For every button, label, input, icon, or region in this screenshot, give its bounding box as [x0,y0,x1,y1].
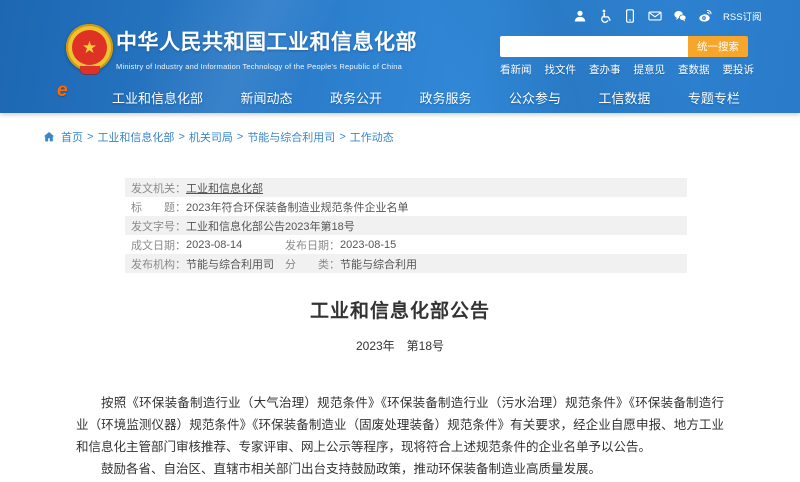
quick-links: 看新闻 找文件 查办事 提意见 查数据 要投诉 [500,62,754,77]
mobile-icon[interactable] [623,9,637,23]
ministry-title-cn: 中华人民共和国工业和信息化部 [116,26,417,56]
meta-row-dates: 成文日期： 2023-08-14 发布日期： 2023-08-15 [125,235,687,254]
announcement-issue-number: 2023年 第18号 [0,337,800,354]
meta-label: 发文机关： [131,180,186,196]
miit-e-logo-icon[interactable]: e [57,80,68,102]
body-paragraph: 按照《环保装备制造行业（大气治理）规范条件》《环保装备制造行业（污水治理）规范条… [76,392,724,458]
home-icon [43,131,55,143]
meta-value-issuing-authority-link[interactable]: 工业和信息化部 [186,180,263,196]
site-header: ★ 中华人民共和国工业和信息化部 Ministry of Industry an… [0,0,800,113]
quick-link-data[interactable]: 查数据 [678,62,710,77]
body-paragraph: 鼓励各省、自治区、直辖市相关部门出台支持鼓励政策，推动环保装备制造业高质量发展。 [76,458,724,480]
announcement-title: 工业和信息化部公告 [0,296,800,323]
meta-value-publish-date: 2023-08-15 [340,239,396,251]
nav-item-miit[interactable]: 工业和信息化部 [112,88,203,107]
meta-value-signed-date: 2023-08-14 [186,239,242,251]
wechat-icon[interactable] [673,9,687,23]
meta-value-title: 2023年符合环保装备制造业规范条件企业名单 [186,199,408,215]
meta-col2: 分 类： 节能与综合利用 [285,256,417,272]
meta-value-document-number: 工业和信息化部公告2023年第18号 [186,218,355,234]
meta-value-category: 节能与综合利用 [340,256,417,272]
breadcrumb-departments[interactable]: 机关司局 [189,129,233,145]
meta-label: 发布机构： [131,256,186,272]
announcement-body: 按照《环保装备制造行业（大气治理）规范条件》《环保装备制造行业（污水治理）规范条… [76,392,724,480]
weibo-icon[interactable] [698,9,712,23]
rss-subscribe-link[interactable]: RSS订阅 [723,9,762,23]
meta-label: 发布日期： [285,237,340,253]
quick-link-complaints[interactable]: 要投诉 [723,62,755,77]
page: ★ 中华人民共和国工业和信息化部 Ministry of Industry an… [0,0,800,482]
breadcrumb-home[interactable]: 首页 [61,129,83,145]
emblem-ribbon [80,66,100,74]
quick-link-documents[interactable]: 找文件 [545,62,577,77]
header-utility-icons: RSS订阅 [573,9,762,23]
quick-link-opinions[interactable]: 提意见 [634,62,666,77]
meta-col2: 发布日期： 2023-08-15 [285,237,396,253]
emblem-star-icon: ★ [72,30,107,65]
breadcrumb-separator: > [237,131,243,143]
breadcrumb-work-updates[interactable]: 工作动态 [350,129,394,145]
breadcrumb-miit[interactable]: 工业和信息化部 [97,129,174,145]
brand: 中华人民共和国工业和信息化部 Ministry of Industry and … [116,26,417,71]
breadcrumb-separator: > [178,131,184,143]
nav-item-special-topics[interactable]: 专题专栏 [688,88,740,107]
user-icon[interactable] [573,9,587,23]
search-bar: 统一搜索 [500,36,748,57]
nav-item-public-participation[interactable]: 公众参与 [509,88,561,107]
accessibility-wheelchair-icon[interactable] [598,9,612,23]
breadcrumb-energy-dept[interactable]: 节能与综合利用司 [247,129,335,145]
nav-item-news[interactable]: 新闻动态 [240,88,292,107]
national-emblem-logo: ★ [66,24,113,71]
meta-label: 成文日期： [131,237,186,253]
meta-value-publisher: 节能与综合利用司 [186,256,274,272]
meta-row-publisher-category: 发布机构： 节能与综合利用司 分 类： 节能与综合利用 [125,254,687,273]
unified-search-button[interactable]: 统一搜索 [688,36,748,57]
meta-label: 标 题： [131,199,186,215]
main-nav: e 工业和信息化部 新闻动态 政务公开 政务服务 公众参与 工信数据 专题专栏 [0,82,800,112]
meta-row-issuing-authority: 发文机关： 工业和信息化部 [125,178,687,197]
quick-link-services[interactable]: 查办事 [589,62,621,77]
breadcrumb-separator: > [339,131,345,143]
emblem-gold-ring: ★ [66,24,113,71]
nav-item-gov-affairs[interactable]: 政务公开 [330,88,382,107]
meta-label: 分 类： [285,256,340,272]
quick-link-news[interactable]: 看新闻 [500,62,532,77]
meta-row-title: 标 题： 2023年符合环保装备制造业规范条件企业名单 [125,197,687,216]
nav-item-it-data[interactable]: 工信数据 [598,88,650,107]
meta-row-document-number: 发文字号： 工业和信息化部公告2023年第18号 [125,216,687,235]
mail-icon[interactable] [648,9,662,23]
nav-items: 工业和信息化部 新闻动态 政务公开 政务服务 公众参与 工信数据 专题专栏 [112,88,740,107]
meta-label: 发文字号： [131,218,186,234]
breadcrumb-separator: > [87,131,93,143]
nav-item-gov-services[interactable]: 政务服务 [419,88,471,107]
breadcrumb: 首页 > 工业和信息化部 > 机关司局 > 节能与综合利用司 > 工作动态 [43,129,394,145]
search-input[interactable] [500,36,688,57]
document-meta-table: 发文机关： 工业和信息化部 标 题： 2023年符合环保装备制造业规范条件企业名… [125,178,687,273]
ministry-title-en: Ministry of Industry and Information Tec… [116,62,417,71]
